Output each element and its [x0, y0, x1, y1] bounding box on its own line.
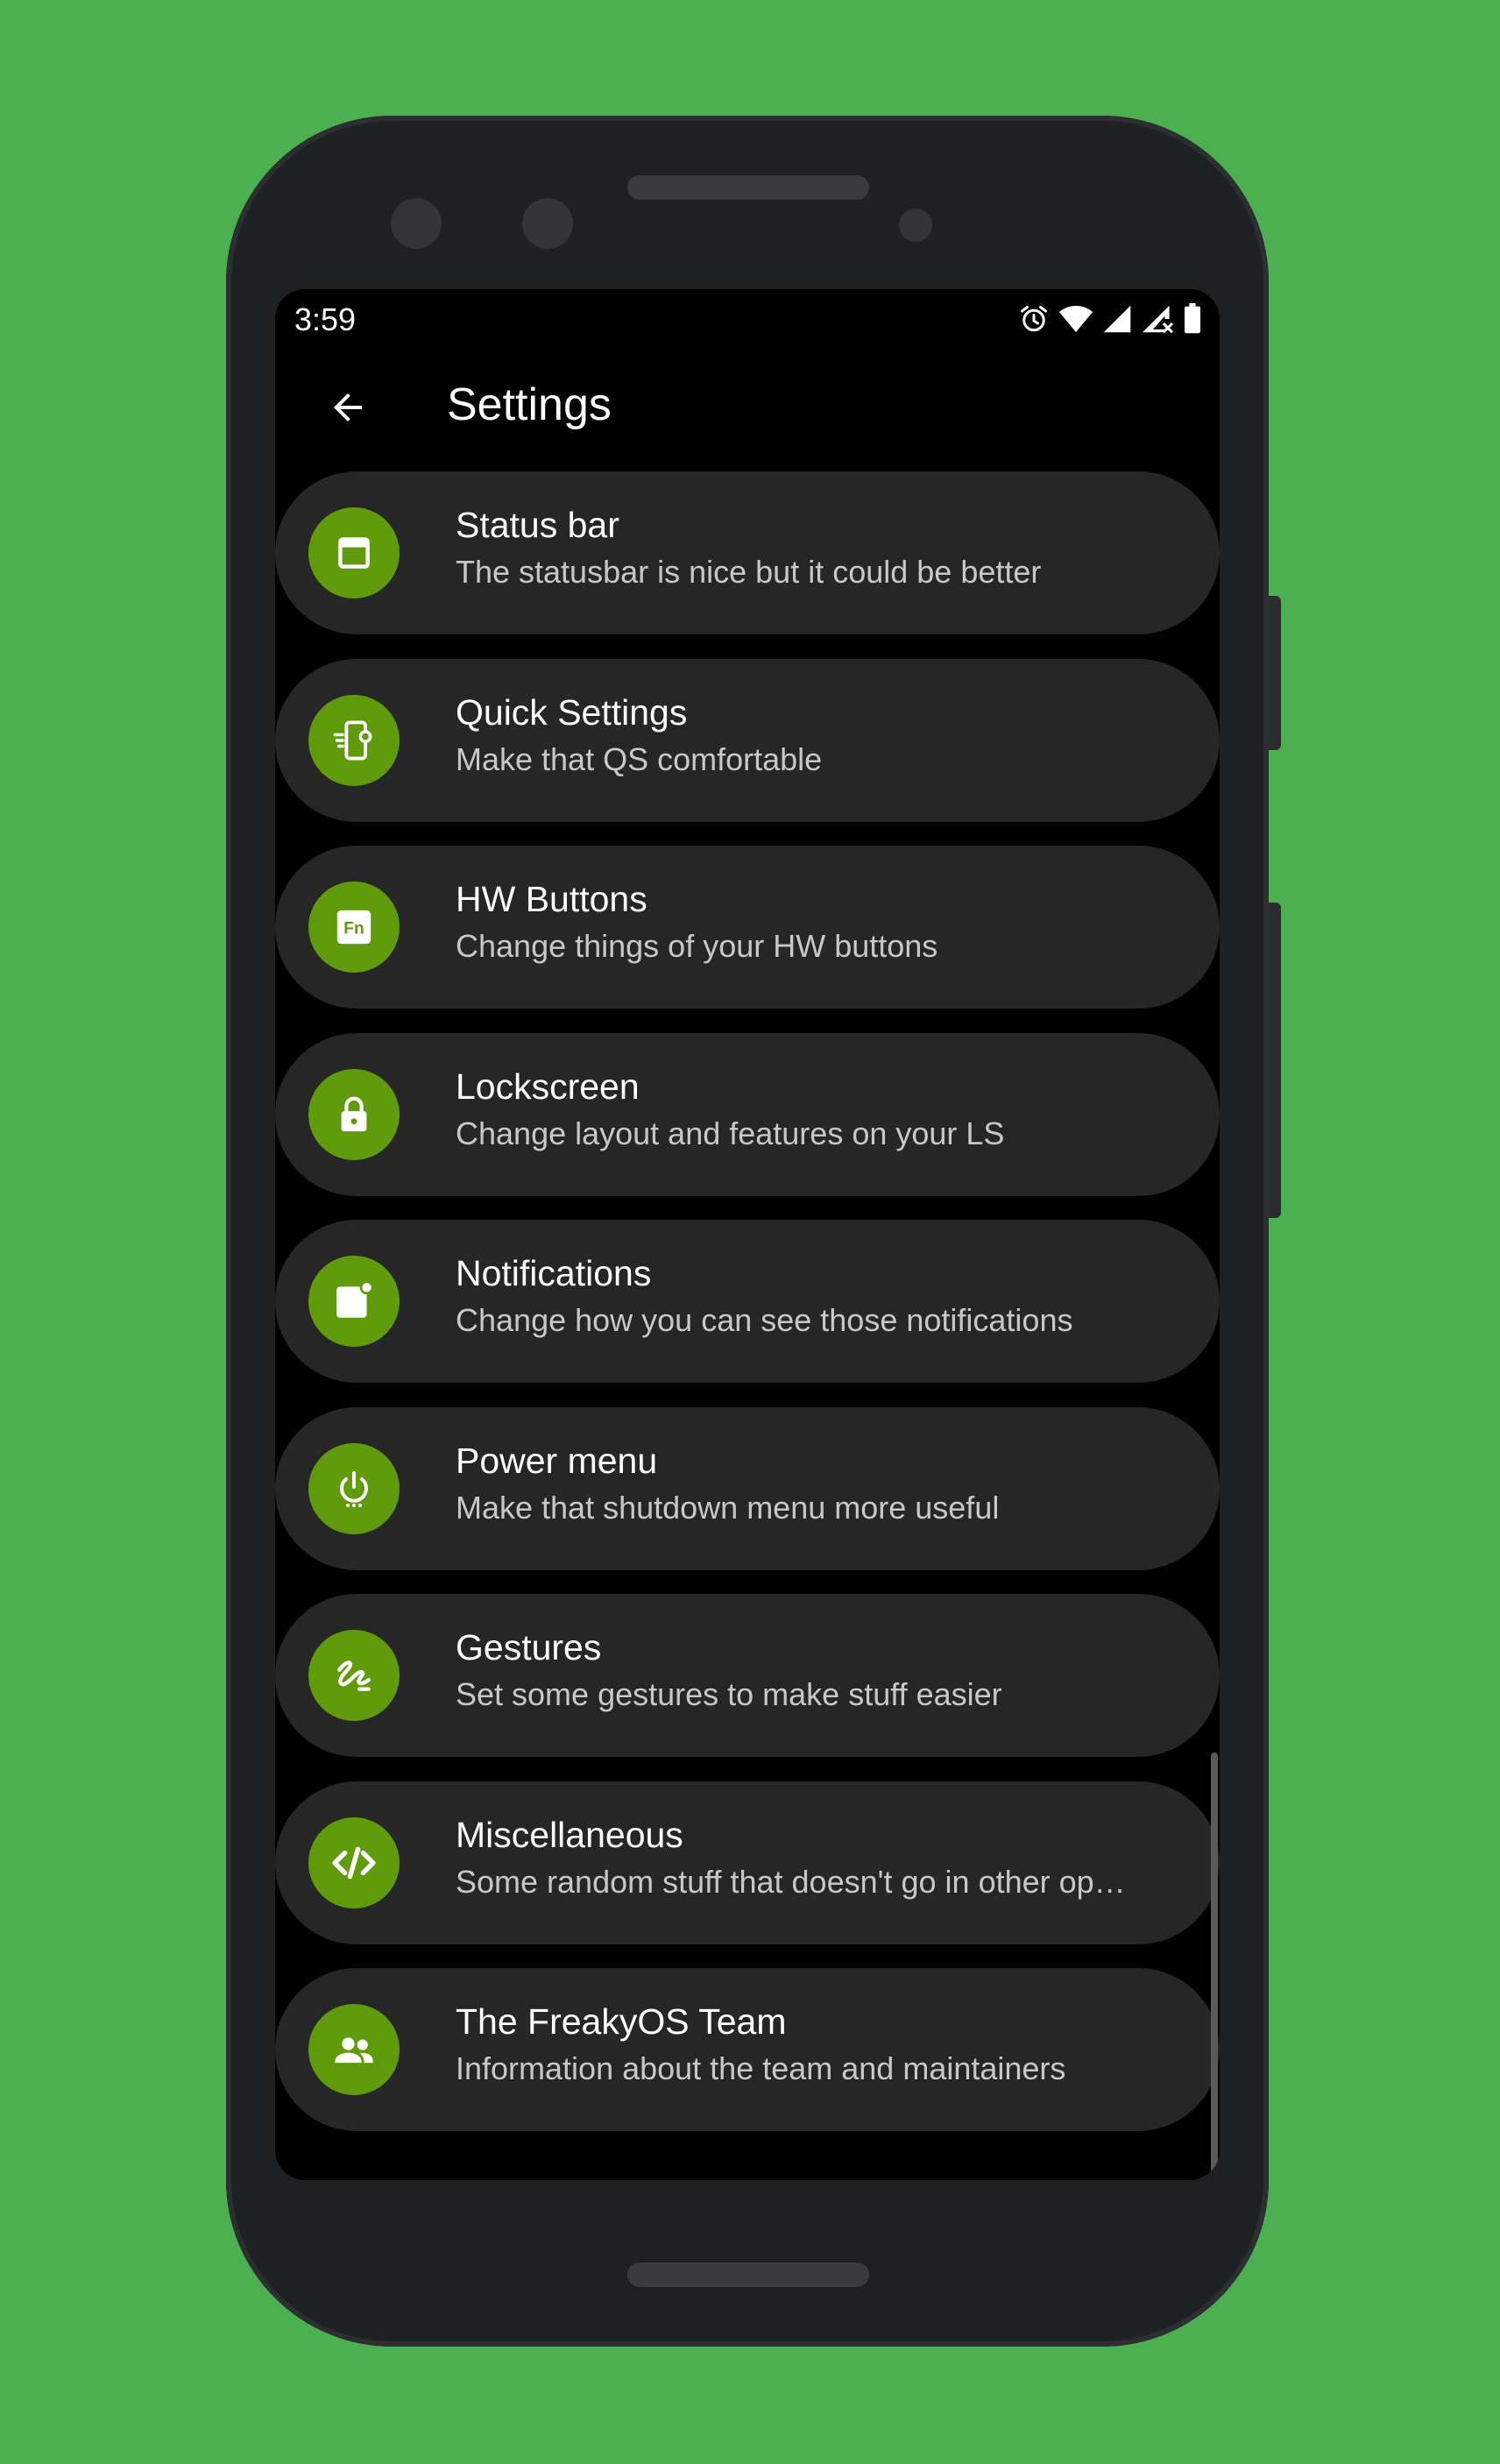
power-icon [340, 1470, 368, 1507]
settings-item-subtitle: Some random stuff that doesn't go in oth… [456, 1863, 1126, 1900]
settings-item-gestures[interactable]: Gestures Set some gestures to make stuff… [275, 1594, 1220, 1757]
notification-icon [336, 1280, 374, 1318]
toolbar: Settings [275, 350, 1220, 464]
power-button [1269, 903, 1281, 1218]
bottom-speaker [627, 2262, 869, 2287]
status-bar-icon-badge [308, 507, 400, 598]
status-icons [1018, 301, 1202, 336]
fn-key-icon-badge: Fn [308, 882, 400, 973]
page-title: Settings [447, 379, 612, 430]
signal-icon [1103, 305, 1131, 333]
settings-item-subtitle: Make that QS comfortable [456, 740, 823, 777]
settings-item-title: Quick Settings [456, 691, 688, 733]
settings-item-title: Status bar [456, 505, 619, 545]
screen: 3:59 Settings Status bar The statusbar i… [275, 289, 1220, 2180]
settings-item-title: The FreakyOS Team [456, 2001, 787, 2042]
settings-item-lockscreen[interactable]: Lockscreen Change layout and features on… [275, 1032, 1220, 1196]
settings-item-hw-buttons[interactable]: Fn HW Buttons Change things of your HW b… [275, 846, 1220, 1009]
signal-no-data-icon [1143, 305, 1174, 334]
people-icon-badge [308, 2004, 400, 2095]
phone-frame: 3:59 Settings Status bar The statusbar i… [226, 116, 1281, 2347]
settings-item-status-bar[interactable]: Status bar The statusbar is nice but it … [275, 471, 1220, 634]
people-icon [335, 2037, 373, 2064]
quick-settings-icon-badge [308, 694, 400, 786]
settings-item-freakyos-team[interactable]: The FreakyOS Team Information about the … [275, 1968, 1220, 2131]
fn-key-icon: Fn [336, 910, 371, 945]
settings-item-quick-settings[interactable]: Quick Settings Make that QS comfortable [275, 658, 1220, 822]
status-time: 3:59 [294, 301, 357, 337]
gesture-icon-badge [308, 1630, 400, 1721]
settings-item-title: HW Buttons [456, 879, 647, 919]
settings-item-subtitle: Information about the team and maintaine… [456, 2050, 1066, 2086]
status-bar: 3:59 [275, 289, 1220, 350]
front-camera-secondary [522, 198, 573, 249]
wifi-icon [1058, 306, 1093, 332]
notification-icon-badge [308, 1256, 400, 1347]
settings-item-power-menu[interactable]: Power menu Make that shutdown menu more … [275, 1406, 1220, 1570]
settings-item-title: Gestures [456, 1627, 602, 1667]
front-camera [391, 198, 442, 249]
lock-icon [341, 1096, 367, 1131]
battery-icon [1185, 303, 1200, 334]
settings-item-subtitle: Change things of your HW buttons [456, 928, 938, 964]
gesture-icon [337, 1660, 371, 1691]
alarm-icon [1021, 306, 1047, 332]
settings-item-miscellaneous[interactable]: Miscellaneous Some random stuff that doe… [275, 1781, 1220, 1944]
settings-item-subtitle: Change how you can see those notificatio… [456, 1302, 1073, 1338]
scrollbar[interactable] [1211, 1752, 1218, 2180]
settings-list: Status bar The statusbar is nice but it … [275, 471, 1220, 2156]
fn-key-label: Fn [343, 920, 364, 938]
power-icon-badge [308, 1442, 400, 1534]
settings-item-title: Miscellaneous [456, 1814, 683, 1855]
settings-item-title: Power menu [456, 1440, 658, 1481]
code-icon [332, 1846, 376, 1879]
settings-item-subtitle: The statusbar is nice but it could be be… [456, 554, 1042, 590]
earpiece-speaker [627, 175, 869, 200]
quick-settings-icon [333, 719, 372, 761]
status-bar-icon [338, 537, 370, 569]
settings-item-subtitle: Make that shutdown menu more useful [456, 1489, 1000, 1526]
settings-item-subtitle: Set some gestures to make stuff easier [456, 1676, 1002, 1712]
volume-button [1269, 596, 1281, 750]
settings-item-subtitle: Change layout and features on your LS [456, 1115, 1005, 1151]
code-icon-badge [308, 1816, 400, 1908]
arrow-left-icon [334, 393, 362, 421]
lock-icon-badge [308, 1068, 400, 1160]
back-button[interactable] [310, 370, 386, 445]
settings-item-title: Notifications [456, 1253, 652, 1293]
settings-item-notifications[interactable]: Notifications Change how you can see tho… [275, 1220, 1220, 1383]
proximity-sensor [899, 209, 932, 242]
settings-item-title: Lockscreen [456, 1066, 640, 1107]
